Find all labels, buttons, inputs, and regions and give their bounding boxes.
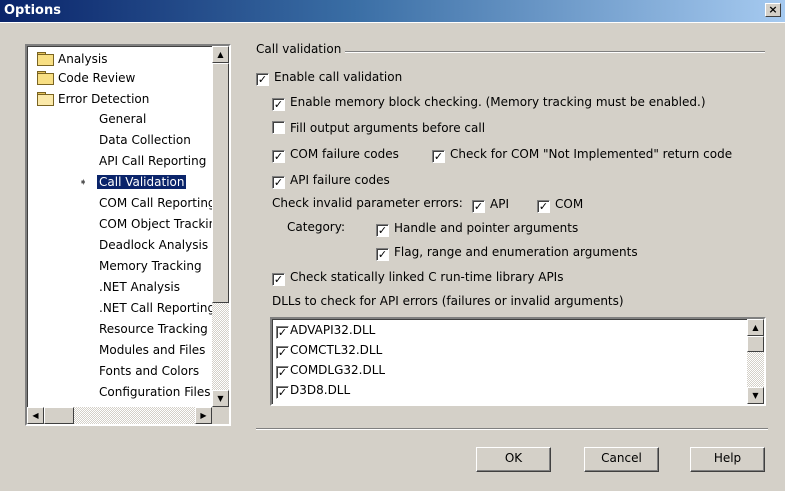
dll-list[interactable]: ✓ ADVAPI32.DLL ✓ COMCTL32.DLL ✓ COMDLG32.DL… bbox=[270, 317, 766, 406]
tree-vertical-scrollbar[interactable]: ▲ ▼ bbox=[212, 46, 229, 407]
tree-item-call-validation[interactable]: ➧ Call Validation bbox=[79, 173, 187, 192]
enable-memory-block-checkbox[interactable]: ✓ Enable memory block checking. (Memory t… bbox=[272, 94, 706, 112]
flag-range-checkbox[interactable]: ✓ Flag, range and enumeration arguments bbox=[376, 244, 638, 262]
scroll-up-arrow-icon[interactable]: ▲ bbox=[212, 46, 229, 63]
current-item-arrow-icon: ➧ bbox=[79, 177, 88, 188]
group-title: Call validation bbox=[256, 42, 346, 56]
tree-item-net-analysis[interactable]: .NET Analysis bbox=[99, 278, 180, 297]
folder-icon bbox=[37, 52, 54, 66]
category-label: Category: bbox=[287, 220, 345, 234]
window-title: Options bbox=[4, 3, 61, 18]
checkbox-box[interactable]: ✓ bbox=[272, 273, 285, 286]
tree-item-memory-tracking[interactable]: Memory Tracking bbox=[99, 257, 202, 276]
api-failure-codes-checkbox[interactable]: ✓ API failure codes bbox=[272, 172, 390, 190]
scroll-up-arrow-icon[interactable]: ▲ bbox=[747, 319, 764, 336]
invalid-api-checkbox[interactable]: ✓ API bbox=[472, 196, 509, 214]
tree-item-api-call-reporting[interactable]: API Call Reporting bbox=[99, 152, 206, 171]
folder-icon bbox=[37, 71, 54, 85]
scroll-down-arrow-icon[interactable]: ▼ bbox=[212, 390, 229, 407]
checkbox-box[interactable] bbox=[272, 121, 285, 134]
close-icon[interactable]: × bbox=[765, 3, 781, 17]
scroll-thumb[interactable] bbox=[747, 336, 764, 352]
dll-list-scrollbar[interactable]: ▲ ▼ bbox=[747, 319, 764, 404]
scroll-down-arrow-icon[interactable]: ▼ bbox=[747, 387, 764, 404]
checkbox-box[interactable]: ✓ bbox=[256, 73, 269, 86]
tree-item-data-collection[interactable]: Data Collection bbox=[99, 131, 191, 150]
checkbox-box[interactable]: ✓ bbox=[376, 248, 389, 261]
scroll-left-arrow-icon[interactable]: ◀ bbox=[27, 407, 44, 424]
invalid-params-label: Check invalid parameter errors: bbox=[272, 196, 463, 210]
static-crt-checkbox[interactable]: ✓ Check statically linked C run-time libr… bbox=[272, 269, 563, 287]
checkbox-box[interactable]: ✓ bbox=[276, 326, 289, 339]
dll-list-label: DLLs to check for API errors (failures o… bbox=[272, 294, 624, 308]
options-tree[interactable]: Analysis Code Review Error Detection Gen… bbox=[25, 44, 231, 426]
help-button[interactable]: Help bbox=[690, 447, 765, 472]
tree-item-com-call-reporting[interactable]: COM Call Reporting bbox=[99, 194, 216, 213]
scrollbar-corner bbox=[212, 407, 229, 424]
tree-item-code-review[interactable]: Code Review bbox=[37, 69, 135, 88]
checkbox-box[interactable]: ✓ bbox=[272, 150, 285, 163]
checkbox-box[interactable]: ✓ bbox=[376, 224, 389, 237]
tree-item-error-detection[interactable]: Error Detection bbox=[37, 90, 149, 109]
checkbox-box[interactable]: ✓ bbox=[472, 200, 485, 213]
checkbox-box[interactable]: ✓ bbox=[272, 98, 285, 111]
cancel-button[interactable]: Cancel bbox=[584, 447, 659, 472]
tree-item-resource-tracking[interactable]: Resource Tracking bbox=[99, 320, 208, 339]
tree-item-net-call-reporting[interactable]: .NET Call Reporting bbox=[99, 299, 215, 318]
com-failure-codes-checkbox[interactable]: ✓ COM failure codes bbox=[272, 146, 399, 164]
checkbox-box[interactable]: ✓ bbox=[276, 346, 289, 359]
title-divider bbox=[0, 22, 785, 23]
list-item[interactable]: ✓ ADVAPI32.DLL bbox=[276, 321, 375, 341]
tree-item-configuration-files[interactable]: Configuration Files bbox=[99, 383, 211, 402]
checkbox-box[interactable]: ✓ bbox=[272, 176, 285, 189]
tree-item-analysis[interactable]: Analysis bbox=[37, 50, 107, 69]
checkbox-box[interactable]: ✓ bbox=[537, 200, 550, 213]
group-divider bbox=[345, 51, 765, 53]
tree-item-deadlock-analysis[interactable]: Deadlock Analysis bbox=[99, 236, 208, 255]
list-item[interactable]: ✓ COMDLG32.DLL bbox=[276, 361, 385, 381]
checkbox-box[interactable]: ✓ bbox=[276, 366, 289, 379]
tree-item-fonts-and-colors[interactable]: Fonts and Colors bbox=[99, 362, 199, 381]
invalid-com-checkbox[interactable]: ✓ COM bbox=[537, 196, 583, 214]
tree-item-com-object-tracking[interactable]: COM Object Tracking bbox=[99, 215, 224, 234]
ok-button[interactable]: OK bbox=[476, 447, 551, 472]
open-folder-icon bbox=[37, 92, 54, 106]
hscroll-thumb[interactable] bbox=[44, 407, 74, 424]
enable-call-validation-checkbox[interactable]: ✓ Enable call validation bbox=[256, 69, 402, 87]
tree-horizontal-scrollbar[interactable]: ◀ ▶ bbox=[27, 407, 212, 424]
checkbox-box[interactable]: ✓ bbox=[276, 386, 289, 399]
tree-item-modules-and-files[interactable]: Modules and Files bbox=[99, 341, 205, 360]
title-bar: Options × bbox=[0, 0, 785, 22]
checkbox-box[interactable]: ✓ bbox=[432, 150, 445, 163]
button-separator bbox=[256, 428, 768, 430]
com-not-implemented-checkbox[interactable]: ✓ Check for COM "Not Implemented" return … bbox=[432, 146, 732, 164]
tree-item-general[interactable]: General bbox=[99, 110, 146, 129]
list-item[interactable]: ✓ D3D8.DLL bbox=[276, 381, 350, 401]
scroll-right-arrow-icon[interactable]: ▶ bbox=[195, 407, 212, 424]
scroll-thumb[interactable] bbox=[212, 63, 229, 303]
list-item[interactable]: ✓ COMCTL32.DLL bbox=[276, 341, 382, 361]
fill-output-args-checkbox[interactable]: Fill output arguments before call bbox=[272, 120, 485, 138]
handle-pointer-checkbox[interactable]: ✓ Handle and pointer arguments bbox=[376, 220, 578, 238]
